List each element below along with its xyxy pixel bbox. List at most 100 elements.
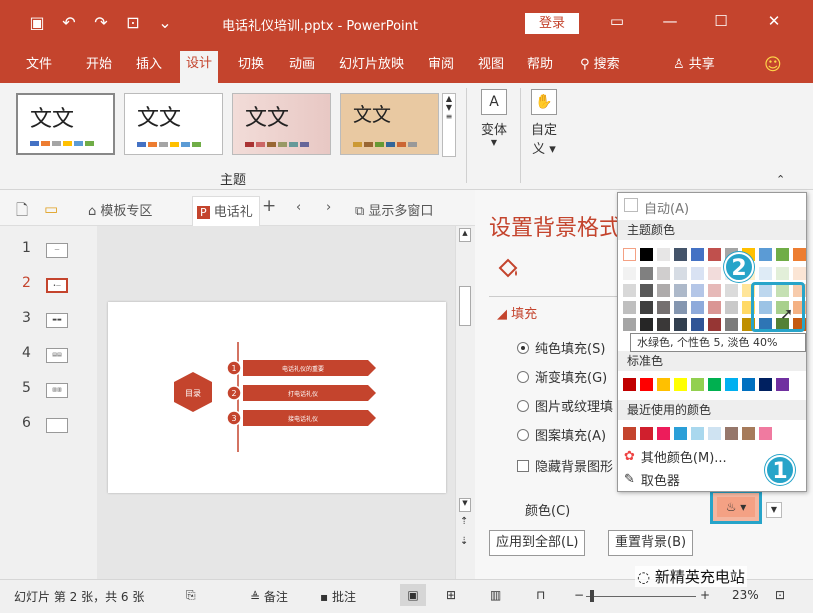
slide-thumb-2[interactable]: 2 •—	[22, 275, 84, 297]
share-button[interactable]: ♙ 共享	[673, 55, 715, 75]
tab-file[interactable]: 文件	[26, 55, 52, 75]
slide-thumb-5[interactable]: 5 ▥▥	[22, 380, 84, 402]
theme-scroll[interactable]: ▲ ▼ ≡	[442, 93, 456, 157]
fill-section-header[interactable]: ◢ 填充	[497, 303, 537, 322]
picture-fill-option[interactable]: 图片或纹理填	[517, 396, 613, 415]
reset-background-button[interactable]: 重置背景(B)	[608, 530, 694, 556]
pattern-fill-option[interactable]: 图案填充(A)	[517, 425, 606, 444]
zoom-out-icon[interactable]: −	[574, 588, 584, 602]
color-dropdown-arrow[interactable]: ▼	[766, 502, 782, 518]
slide-preview: •—	[46, 278, 68, 293]
normal-view-button[interactable]: ▣	[400, 584, 426, 606]
option-label: 渐变填充(G)	[535, 371, 608, 386]
tab-slideshow[interactable]: 幻灯片放映	[339, 55, 404, 75]
folder-icon[interactable]: ▭	[44, 200, 58, 218]
scroll-down-icon[interactable]: ▼	[459, 498, 471, 512]
slide-canvas[interactable]: 目录 1 2 3 电话礼仪的重要 打电话礼仪 接电话礼仪	[108, 302, 446, 493]
ribbon-display-icon[interactable]: ▭	[607, 12, 627, 30]
next-slide-icon[interactable]: ⇣	[460, 536, 468, 547]
gradient-fill-option[interactable]: 渐变填充(G)	[517, 367, 607, 386]
prev-tab-icon[interactable]: ‹	[296, 200, 301, 215]
close-icon[interactable]: ✕	[764, 12, 784, 30]
collapse-ribbon-icon[interactable]: ⌃	[776, 173, 785, 186]
save-icon[interactable]: ▣	[28, 13, 46, 32]
radio[interactable]	[517, 428, 529, 441]
slide-editor: 目录 1 2 3 电话礼仪的重要 打电话礼仪 接电话礼仪	[97, 226, 475, 579]
fit-window-icon[interactable]: ⊡	[775, 588, 785, 602]
app-name: PowerPoint	[346, 19, 418, 34]
template-zone-label: 模板专区	[100, 204, 153, 219]
theme-color-row-1[interactable]	[623, 248, 806, 261]
prev-slide-icon[interactable]: ⇡	[460, 516, 468, 527]
customize-button[interactable]: ✋ 自定 义 ▾	[524, 89, 564, 157]
minimize-icon[interactable]: —	[660, 12, 680, 30]
home-icon: ⌂	[88, 204, 101, 219]
pane-divider	[489, 296, 629, 297]
zoom-slider-handle[interactable]	[590, 590, 594, 602]
radio[interactable]	[517, 399, 529, 412]
tab-animations[interactable]: 动画	[289, 55, 315, 75]
accessibility-icon[interactable]: ⎘	[186, 588, 196, 603]
add-tab-icon[interactable]: +	[262, 196, 276, 216]
radio[interactable]	[517, 370, 529, 383]
tab-view[interactable]: 视图	[478, 55, 504, 75]
variants-label: 变体	[480, 123, 507, 138]
tab-search[interactable]: ⚲ 搜索	[580, 55, 620, 75]
tab-template-zone[interactable]: ⌂ 模板专区	[88, 200, 152, 219]
tab-home[interactable]: 开始	[86, 55, 112, 75]
undo-icon[interactable]: ↶	[60, 13, 78, 32]
standard-color-row[interactable]	[623, 378, 789, 391]
smiley-icon[interactable]: ☺	[764, 55, 782, 75]
reading-view-icon[interactable]: ▥	[490, 588, 501, 602]
notes-button[interactable]: ≜ 备注	[250, 588, 288, 605]
title-bar: ▣ ↶ ↷ ⊡ ⌄ 电话礼仪培训.pptx - PowerPoint 登录 ▭ …	[0, 0, 813, 46]
color-picker-button[interactable]: ♨ ▾	[710, 490, 762, 524]
editor-scrollbar[interactable]: ▲ ▼ ⇡ ⇣	[455, 226, 475, 579]
customize-qat-icon[interactable]: ⌄	[156, 13, 174, 32]
theme-4[interactable]: 文文	[340, 93, 439, 155]
multi-window-button[interactable]: ⧉ 显示多窗口	[355, 200, 433, 219]
checkbox[interactable]	[517, 459, 529, 472]
apply-all-button[interactable]: 应用到全部(L)	[489, 530, 586, 556]
eyedropper-icon: ✎	[624, 472, 635, 487]
theme-color-row-2[interactable]	[623, 267, 806, 280]
theme-office[interactable]: 文文	[16, 93, 115, 155]
redo-icon[interactable]: ↷	[92, 13, 110, 32]
swatch-highlight	[751, 282, 805, 332]
slide-thumb-3[interactable]: 3 ▬▬	[22, 310, 84, 332]
more-colors-item[interactable]: ✿ 其他颜色(M)...	[624, 447, 727, 466]
zoom-in-icon[interactable]: +	[700, 588, 710, 602]
hide-bg-graphics-option[interactable]: 隐藏背景图形	[517, 456, 613, 475]
slide-preview	[46, 418, 68, 433]
slide-thumb-4[interactable]: 4 ▤▤	[22, 345, 84, 367]
fill-bucket-icon[interactable]	[495, 256, 521, 282]
slide-thumb-1[interactable]: 1—	[22, 240, 84, 262]
login-button[interactable]: 登录	[525, 13, 579, 34]
maximize-icon[interactable]: ☐	[711, 12, 731, 30]
new-file-icon[interactable]: 🗋	[16, 200, 28, 225]
zoom-level[interactable]: 23%	[732, 588, 759, 602]
theme-3[interactable]: 文文	[232, 93, 331, 155]
recent-color-row[interactable]	[623, 427, 772, 440]
solid-fill-option[interactable]: 纯色填充(S)	[517, 338, 605, 357]
tab-document[interactable]: P 电话礼	[192, 196, 260, 226]
slide-thumb-6[interactable]: 6	[22, 415, 84, 437]
zoom-slider[interactable]	[586, 596, 696, 597]
scroll-thumb[interactable]	[459, 286, 471, 326]
theme-office-2[interactable]: 文文	[124, 93, 223, 155]
tab-design[interactable]: 设计	[180, 51, 219, 83]
tab-insert[interactable]: 插入	[136, 55, 162, 75]
tab-transitions[interactable]: 切换	[238, 55, 264, 75]
scroll-up-icon[interactable]: ▲	[459, 228, 471, 242]
present-icon[interactable]: ⊡	[124, 13, 142, 32]
radio-selected[interactable]	[517, 341, 529, 354]
auto-color-item[interactable]: 自动(A)	[618, 193, 806, 217]
eyedropper-item[interactable]: ✎ 取色器	[624, 470, 680, 489]
slide-sorter-icon[interactable]: ⊞	[446, 588, 456, 602]
variants-button[interactable]: A 变体 ▼	[474, 89, 514, 147]
comments-button[interactable]: ▪ 批注	[320, 588, 356, 605]
next-tab-icon[interactable]: ›	[326, 200, 331, 215]
tab-help[interactable]: 帮助	[527, 55, 553, 75]
slideshow-icon[interactable]: ⊓	[536, 588, 545, 602]
tab-review[interactable]: 审阅	[428, 55, 454, 75]
